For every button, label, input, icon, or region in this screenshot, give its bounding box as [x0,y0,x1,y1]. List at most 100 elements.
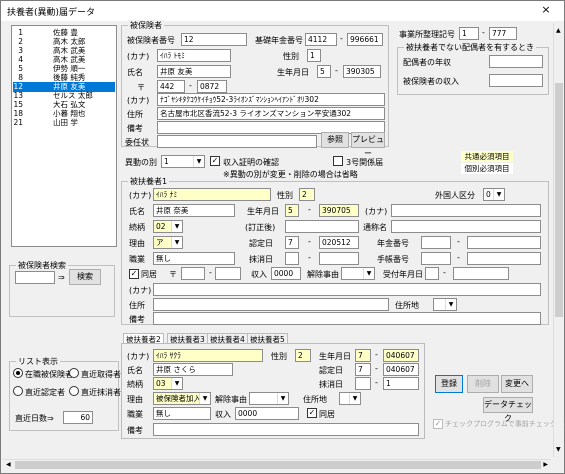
dep1-birth-era[interactable]: 5 [285,204,299,217]
scroll-right-icon[interactable]: ▶ [543,461,548,468]
preview-button[interactable]: プレビュー [351,132,385,158]
insured-num-input[interactable]: 12 [181,33,247,46]
h-scroll-thumb[interactable] [15,461,541,469]
dash: - [308,205,311,214]
change-button[interactable]: 変更へ [501,375,533,393]
birth-era-input[interactable]: 5 [317,65,331,78]
scroll-down-icon[interactable]: ▼ [556,446,561,453]
dep1-recv-era[interactable] [425,267,439,280]
chevron-down-icon[interactable]: ▼ [349,393,360,404]
dep1-del-date[interactable] [319,252,359,265]
dash: - [457,253,460,262]
dep1-recv-date[interactable] [453,267,509,280]
dep2-same-checkbox[interactable]: ✓ [307,408,317,418]
dep1-pension-2[interactable] [467,236,541,249]
chevron-down-icon[interactable]: ▼ [171,221,182,232]
zip-input-2[interactable]: 0872 [197,80,227,93]
close-icon[interactable]: × [533,2,559,18]
dep1-cert-date[interactable]: 020512 [319,236,359,249]
chevron-down-icon[interactable]: ▼ [193,156,204,167]
dep1-gender-input[interactable]: 2 [299,188,315,201]
gender-input[interactable]: 1 [307,49,321,62]
dep2-del-era[interactable] [355,377,371,390]
dep2-del-date[interactable]: 1 [383,377,419,390]
horizontal-scrollbar[interactable]: ◀ ▶ [3,459,551,469]
dep1-handbook-2[interactable] [467,252,541,265]
search-input[interactable] [15,271,55,284]
chevron-down-icon[interactable]: ▼ [199,393,210,404]
scroll-up-icon[interactable]: ▲ [556,27,561,34]
dep2-name-input[interactable]: 井原 さくら [153,363,233,376]
browse-button[interactable]: 参照 [321,132,349,148]
delegation-input[interactable] [157,135,317,148]
employee-list[interactable]: 1 佐藤 豊 2 高木 太郎 3 高木 武美 4 高木 武美 5 伊勢 順一 8 後藤 純秀 12 井原 … [11,25,117,247]
addr-input[interactable]: 名古屋市北区香流52-3 ライオンズマンション平安通302 [157,107,385,120]
dep2-birth-era[interactable]: 7 [355,349,371,362]
radio-recent-deleted[interactable] [69,386,79,396]
birth-date-input[interactable]: 390305 [343,65,381,78]
dep1-addr-kana-input[interactable] [153,283,541,296]
dep1-kana2-input[interactable] [391,204,541,217]
radio-employed[interactable] [13,368,23,378]
dep2-gender-input[interactable]: 2 [295,349,311,362]
dep1-kana-input[interactable]: ｲﾊﾗ ﾅﾐ [153,188,271,201]
radio-recent-acquired[interactable] [69,368,79,378]
chevron-down-icon[interactable]: ▼ [363,268,374,279]
kind3-label: 3号関係届 [346,158,384,167]
dep1-memo-input[interactable] [153,312,541,325]
dep2-memo-input[interactable] [153,423,419,436]
zip-input-1[interactable]: 442 [157,80,185,93]
radio-recent-deleted-label: 直近抹消者 [81,388,121,397]
list-item[interactable]: 21 山田 学 [13,118,115,128]
data-check-button[interactable]: データチェック [483,397,533,423]
addr-kana-input[interactable]: ﾅｺﾞﾔｼｷﾀｸｺｳｹｲﾁｮｳ52-3ﾗｲｵﾝｽﾞﾏﾝｼｮﾝﾍｲｱﾝﾄﾞｵﾘ30… [157,93,385,106]
dash: - [375,364,378,373]
chevron-down-icon[interactable]: ▼ [171,378,182,389]
dep1-zip-1[interactable] [181,267,205,280]
auto-check-checkbox[interactable]: ✓ [433,419,443,429]
dep1-name-input[interactable]: 井原 奈美 [153,204,235,217]
insured-kana-input[interactable]: ｲﾊﾗ ﾄﾓﾐ [157,49,231,62]
register-button[interactable]: 登録 [435,375,463,393]
spouse-income-input[interactable] [489,55,543,68]
insured-name-input[interactable]: 井原 友美 [157,65,231,78]
dep2-cert-era[interactable]: 7 [355,363,371,376]
days-input[interactable]: 60 [63,411,93,424]
vertical-scrollbar[interactable]: ▲ ▼ [553,23,563,457]
dep1-alias-input[interactable] [391,220,541,233]
dep2-job-input[interactable]: 無し [153,407,211,420]
dep2-cert-date[interactable]: 040607 [383,363,419,376]
dep1-birth-date[interactable]: 390705 [319,204,359,217]
chevron-down-icon[interactable]: ▼ [171,237,182,248]
office-code-2[interactable]: 777 [489,27,517,40]
dep2-kana-input[interactable]: ｲﾊﾗ ｻｸﾗ [153,349,263,362]
kind3-checkbox[interactable] [333,156,343,166]
dep1-cert-era[interactable]: 7 [285,236,299,249]
radio-recent-certified[interactable] [13,386,23,396]
search-button[interactable]: 検索 [69,269,101,285]
dep1-pension-1[interactable] [421,236,451,249]
dep1-handbook-1[interactable] [421,252,451,265]
scroll-thumb[interactable] [555,83,563,317]
dep1-cert-label: 認定日 [249,239,273,248]
dep1-del-era[interactable] [285,252,299,265]
chevron-down-icon[interactable]: ▼ [445,299,456,310]
chevron-down-icon[interactable]: ▼ [277,393,288,404]
dep1-correct-input[interactable] [285,220,359,233]
dep1-same-checkbox[interactable]: ✓ [129,269,139,279]
income-check-checkbox[interactable]: ✓ [210,156,220,166]
dep2-income-input[interactable]: 0000 [235,407,299,420]
insured-income-input[interactable] [489,74,543,87]
pension-input-1[interactable]: 4112 [305,33,337,46]
dep1-job-input[interactable]: 無し [153,252,235,265]
office-code-1[interactable]: 1 [459,27,479,40]
dep1-zip-2[interactable] [215,267,241,280]
delete-button[interactable]: 削除 [467,375,499,393]
dep1-income-input[interactable]: 0000 [271,267,301,280]
scroll-left-icon[interactable]: ◀ [6,461,11,468]
pension-input-2[interactable]: 996661 [347,33,383,46]
dep1-addr-input[interactable] [153,298,389,311]
dep2-birth-date[interactable]: 040607 [383,349,419,362]
chevron-down-icon[interactable]: ▼ [493,189,504,200]
dep1-addr-kana-label: (カナ) [129,286,152,295]
